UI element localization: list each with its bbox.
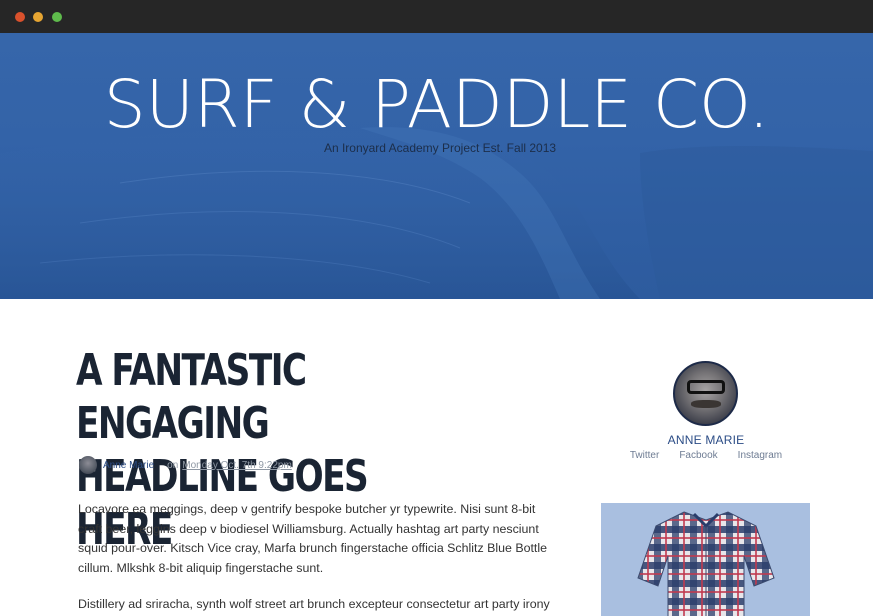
glasses-graphic (687, 380, 725, 394)
sidebar-ad-image[interactable] (601, 503, 810, 616)
author-profile-photo (673, 361, 738, 426)
article-paragraph: Locavore ea meggings, deep v gentrify be… (78, 502, 548, 575)
author-avatar (79, 456, 97, 474)
maximize-window-button[interactable] (52, 12, 62, 22)
instagram-link[interactable]: Instagram (738, 450, 782, 461)
site-subtitle: An Ironyard Academy Project Est. Fall 20… (323, 141, 557, 155)
author-link[interactable]: Anne Marie (103, 460, 154, 471)
article-paragraph: Distillery ad sriracha, synth wolf stree… (78, 597, 550, 611)
minimize-window-button[interactable] (33, 12, 43, 22)
social-links: Twitter Facbook Instagram (606, 450, 806, 461)
twitter-link[interactable]: Twitter (630, 450, 659, 461)
article-byline: Anne Marie on Monday Oct. 7th 9:22pm (79, 456, 292, 474)
hero-banner: SURF & PADDLE CO. An Ironyard Academy Pr… (0, 33, 873, 299)
byline-on-label: on (167, 459, 179, 471)
browser-titlebar (0, 0, 873, 33)
site-title: SURF & PADDLE CO. (103, 66, 770, 143)
sidebar-author-name[interactable]: ANNE MARIE (606, 433, 806, 447)
plaid-shirt-image (637, 511, 775, 616)
post-date-link[interactable]: Monday Oct. 7th 9:22pm (182, 460, 292, 471)
close-window-button[interactable] (15, 12, 25, 22)
mustache-graphic (691, 400, 721, 408)
facebook-link[interactable]: Facbook (679, 450, 717, 461)
